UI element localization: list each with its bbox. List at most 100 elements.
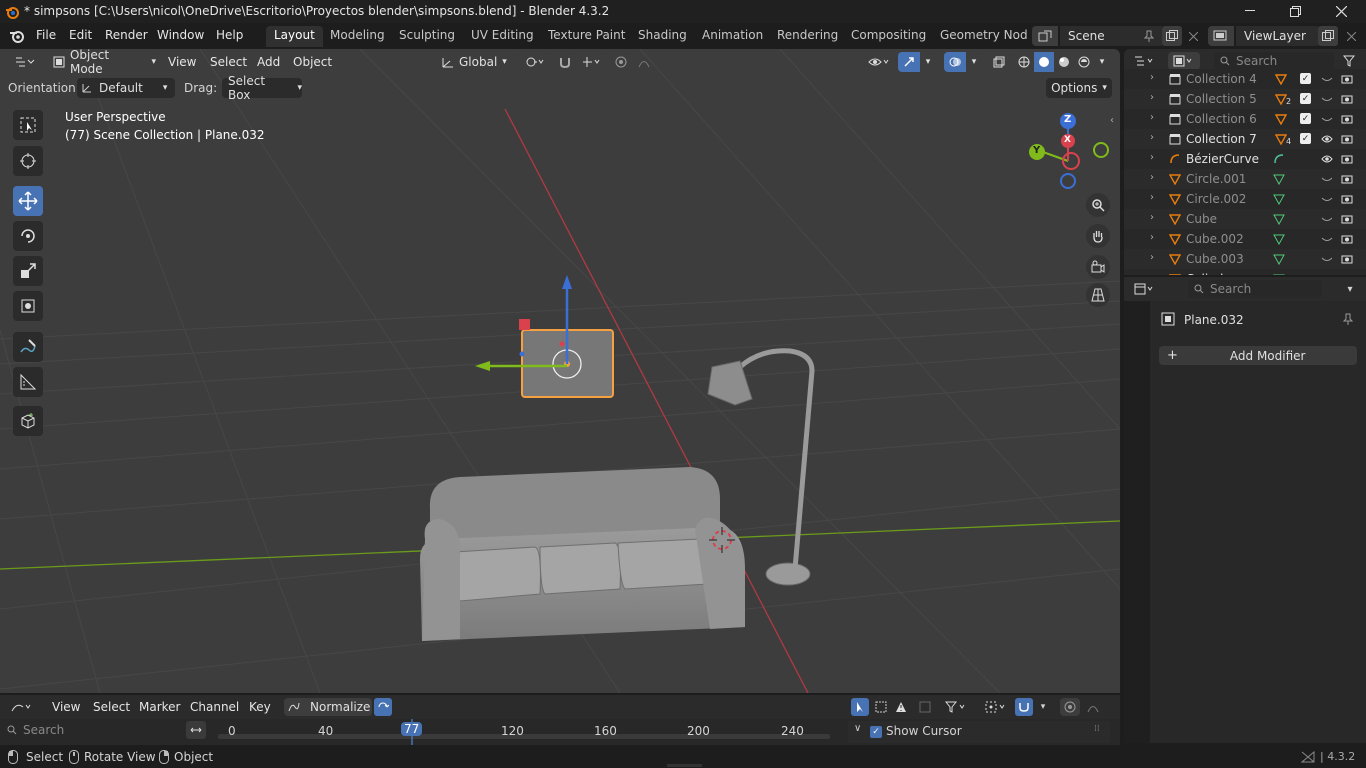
swap-icon[interactable]: [186, 721, 206, 739]
display-mode-icon[interactable]: [1168, 52, 1200, 70]
shading-wireframe-icon[interactable]: [1014, 52, 1034, 72]
frame-ruler[interactable]: 0 40 77 120 160 200 240: [214, 719, 834, 745]
new-scene-icon[interactable]: [1162, 26, 1182, 46]
measure-tool[interactable]: [13, 367, 43, 397]
hidden-eye-icon[interactable]: [1320, 92, 1334, 106]
camera-render-icon[interactable]: [1340, 232, 1354, 246]
camera-render-icon[interactable]: [1340, 132, 1354, 146]
menu-file[interactable]: File: [36, 28, 56, 42]
shading-material-icon[interactable]: [1054, 52, 1074, 72]
pin-scene-icon[interactable]: [1140, 27, 1158, 45]
camera-render-icon[interactable]: [1340, 272, 1354, 275]
delete-view-layer-icon[interactable]: [1342, 27, 1360, 45]
select-box-tool[interactable]: [13, 110, 43, 140]
tab-modeling[interactable]: Modeling: [322, 26, 393, 47]
outliner-row[interactable]: › Circle.001: [1124, 169, 1366, 189]
move-tool[interactable]: [13, 186, 43, 216]
shading-solid-icon[interactable]: [1034, 52, 1054, 72]
blender-menu-icon[interactable]: [8, 28, 26, 44]
expand-arrow-icon[interactable]: ›: [1150, 232, 1154, 243]
properties-editor-type-icon[interactable]: [1130, 280, 1160, 298]
current-frame-indicator[interactable]: 77: [401, 722, 423, 736]
timeline-menu-marker[interactable]: Marker: [139, 700, 180, 714]
expand-arrow-icon[interactable]: ›: [1150, 92, 1154, 103]
timeline-falloff-icon[interactable]: [1082, 698, 1112, 716]
camera-render-icon[interactable]: [1340, 212, 1354, 226]
menu-window[interactable]: Window: [157, 28, 204, 42]
transform-orientation-dropdown[interactable]: Global ▾: [437, 52, 513, 72]
warning-icon[interactable]: [892, 698, 910, 716]
tab-geometry-nodes[interactable]: Geometry Node: [932, 26, 1027, 47]
viewport-menu-object[interactable]: Object: [293, 55, 332, 69]
view-layer-icon[interactable]: [1208, 26, 1234, 46]
options-dropdown[interactable]: Options ▾: [1046, 78, 1112, 98]
exclude-checkbox[interactable]: ✓: [1300, 93, 1311, 104]
filter-icon[interactable]: [1340, 53, 1358, 69]
eye-icon[interactable]: [1320, 272, 1334, 275]
timeline-menu-view[interactable]: View: [52, 700, 80, 714]
proportional-falloff-icon[interactable]: [633, 52, 663, 72]
exclude-checkbox[interactable]: ✓: [1300, 133, 1311, 144]
object-mode-dropdown[interactable]: Object Mode ▾: [48, 49, 156, 76]
exclude-checkbox[interactable]: ✓: [1300, 113, 1311, 124]
tab-rendering[interactable]: Rendering: [769, 26, 846, 47]
camera-render-icon[interactable]: [1340, 112, 1354, 126]
outliner-row[interactable]: › Collection 7 4 ✓: [1124, 129, 1366, 149]
timeline-filter-icon[interactable]: [942, 698, 972, 716]
menu-help[interactable]: Help: [216, 28, 243, 42]
delete-scene-icon[interactable]: [1184, 27, 1202, 45]
outliner-row[interactable]: › Circle.002: [1124, 189, 1366, 209]
pin-properties-icon[interactable]: [1340, 311, 1356, 327]
properties-search-field[interactable]: Search: [1188, 280, 1322, 298]
expand-arrow-icon[interactable]: ›: [1150, 72, 1154, 83]
outliner-row[interactable]: › Cube.002: [1124, 229, 1366, 249]
camera-render-icon[interactable]: [1340, 92, 1354, 106]
pivot-point-icon[interactable]: [520, 52, 550, 72]
expand-arrow-icon[interactable]: ›: [1150, 192, 1154, 203]
timeline-editor-type-icon[interactable]: [6, 698, 40, 716]
properties-options-icon[interactable]: ▾: [1342, 281, 1358, 297]
auto-snap-icon[interactable]: [1015, 698, 1033, 716]
menu-render[interactable]: Render: [105, 28, 148, 42]
pan-hand-icon[interactable]: [1086, 224, 1110, 248]
tab-shading[interactable]: Shading: [630, 26, 695, 47]
rotate-tool[interactable]: [13, 221, 43, 251]
timeline-select-tool-icon[interactable]: [851, 698, 869, 716]
normalize-toggle[interactable]: Normalize: [284, 698, 372, 716]
chevron-down-icon[interactable]: ∨: [854, 723, 861, 734]
drag-dropdown[interactable]: Select Box ▾: [222, 74, 302, 102]
hidden-eye-icon[interactable]: [1320, 72, 1334, 86]
box-select-icon[interactable]: [872, 698, 890, 716]
show-cursor-checkbox[interactable]: ✓: [870, 726, 882, 738]
gizmo-toggle-icon[interactable]: [898, 52, 920, 72]
camera-render-icon[interactable]: [1340, 72, 1354, 86]
camera-render-icon[interactable]: [1340, 192, 1354, 206]
hidden-eye-icon[interactable]: [1320, 212, 1334, 226]
expand-arrow-icon[interactable]: ›: [1150, 152, 1154, 163]
hidden-eye-icon[interactable]: [1320, 252, 1334, 266]
outliner-row[interactable]: › Collection 6 ✓: [1124, 109, 1366, 129]
viewport-3d[interactable]: Object Mode ▾ View Select Add Object Glo…: [0, 49, 1120, 693]
restore-icon[interactable]: [1283, 2, 1307, 20]
shading-dropdown-icon[interactable]: ▾: [1094, 52, 1110, 72]
xray-toggle-icon[interactable]: [988, 52, 1010, 72]
tab-sculpting[interactable]: Sculpting: [391, 26, 463, 47]
pivot-timeline-icon[interactable]: [982, 698, 1012, 716]
zoom-icon[interactable]: [1086, 193, 1110, 217]
menu-edit[interactable]: Edit: [69, 28, 92, 42]
timeline-menu-channel[interactable]: Channel: [190, 700, 239, 714]
camera-render-icon[interactable]: [1340, 152, 1354, 166]
sidebar-toggle-icon[interactable]: ‹: [1110, 115, 1114, 126]
outliner-editor-type-icon[interactable]: [1130, 52, 1160, 70]
timeline-menu-select[interactable]: Select: [93, 700, 130, 714]
outliner-row[interactable]: › Collection 4 ✓: [1124, 69, 1366, 89]
outliner-search-field[interactable]: Search: [1214, 52, 1334, 70]
exclude-checkbox[interactable]: ✓: [1300, 73, 1311, 84]
expand-arrow-icon[interactable]: ›: [1150, 172, 1154, 183]
eye-icon[interactable]: [1320, 152, 1334, 166]
timeline-search-field[interactable]: Search: [3, 721, 183, 739]
outliner-row[interactable]: › BézierCurve: [1124, 149, 1366, 169]
overlays-dropdown-icon[interactable]: ▾: [966, 52, 982, 72]
outliner-row[interactable]: › Cube.003: [1124, 249, 1366, 269]
add-cube-tool[interactable]: [13, 406, 43, 436]
